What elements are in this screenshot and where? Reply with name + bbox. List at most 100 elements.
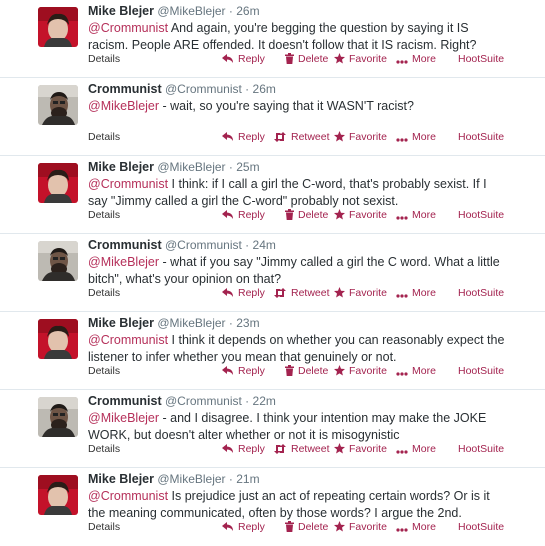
mention-link[interactable]: @Crommunist	[88, 21, 168, 35]
mention-link[interactable]: @Crommunist	[88, 489, 168, 503]
tweet-header: Crommunist @Crommunist · 26m	[88, 81, 276, 97]
favorite-button[interactable]: Favorite	[334, 53, 387, 65]
mention-link[interactable]: @MikeBlejer	[88, 411, 159, 425]
author-handle[interactable]: @MikeBlejer	[157, 160, 225, 174]
author-name[interactable]: Mike Blejer	[88, 160, 154, 174]
avatar-mike[interactable]	[38, 163, 78, 203]
details-link[interactable]: Details	[88, 131, 120, 143]
retweet-button[interactable]: Retweet	[273, 287, 330, 299]
delete-button[interactable]: Delete	[285, 365, 328, 377]
details-link[interactable]: Details	[88, 287, 120, 299]
author-name[interactable]: Crommunist	[88, 238, 162, 252]
more-button[interactable]: More	[396, 365, 436, 377]
favorite-icon	[334, 287, 349, 299]
retweet-icon	[273, 287, 291, 299]
author-name[interactable]: Mike Blejer	[88, 316, 154, 330]
avatar-crommunist[interactable]	[38, 397, 78, 437]
retweet-button[interactable]: Retweet	[273, 443, 330, 455]
favorite-button-label: Favorite	[349, 365, 387, 377]
avatar-crommunist[interactable]	[38, 241, 78, 281]
author-handle[interactable]: @Crommunist	[165, 238, 242, 252]
more-button[interactable]: More	[396, 287, 436, 299]
delete-icon	[285, 365, 298, 377]
author-handle[interactable]: @MikeBlejer	[157, 472, 225, 486]
mention-link[interactable]: @MikeBlejer	[88, 99, 159, 113]
avatar-crommunist[interactable]	[38, 85, 78, 125]
retweet-button[interactable]: Retweet	[273, 131, 330, 143]
more-button[interactable]: More	[396, 443, 436, 455]
author-name[interactable]: Mike Blejer	[88, 4, 154, 18]
favorite-button[interactable]: Favorite	[334, 131, 387, 143]
delete-button[interactable]: Delete	[285, 521, 328, 533]
hootsuite-button[interactable]: HootSuite	[458, 209, 504, 221]
separator-dot: ·	[228, 4, 233, 18]
reply-button[interactable]: Reply	[222, 443, 265, 455]
tweet-time[interactable]: 25m	[236, 160, 259, 174]
delete-button[interactable]: Delete	[285, 209, 328, 221]
reply-button-label: Reply	[238, 443, 265, 455]
tweet-header: Mike Blejer @MikeBlejer · 26m	[88, 3, 260, 19]
favorite-button-label: Favorite	[349, 443, 387, 455]
details-link[interactable]: Details	[88, 365, 120, 377]
separator-dot: ·	[245, 238, 250, 252]
author-name[interactable]: Mike Blejer	[88, 472, 154, 486]
reply-button[interactable]: Reply	[222, 521, 265, 533]
more-icon	[396, 521, 412, 533]
more-button[interactable]: More	[396, 131, 436, 143]
hootsuite-button-label: HootSuite	[458, 365, 505, 377]
mention-link[interactable]: @Crommunist	[88, 333, 168, 347]
reply-button[interactable]: Reply	[222, 365, 265, 377]
tweet-time[interactable]: 24m	[253, 238, 276, 252]
hootsuite-button[interactable]: HootSuite	[458, 287, 504, 299]
retweet-icon	[273, 131, 291, 143]
author-handle[interactable]: @Crommunist	[165, 394, 242, 408]
hootsuite-button[interactable]: HootSuite	[458, 443, 504, 455]
more-button[interactable]: More	[396, 209, 436, 221]
details-link[interactable]: Details	[88, 521, 120, 533]
hootsuite-button-label: HootSuite	[458, 131, 505, 143]
tweet-time[interactable]: 21m	[236, 472, 259, 486]
favorite-button[interactable]: Favorite	[334, 521, 387, 533]
author-handle[interactable]: @MikeBlejer	[157, 316, 225, 330]
tweet-time[interactable]: 22m	[253, 394, 276, 408]
favorite-button[interactable]: Favorite	[334, 365, 387, 377]
reply-button[interactable]: Reply	[222, 209, 265, 221]
avatar-mike[interactable]	[38, 319, 78, 359]
tweet-time[interactable]: 26m	[253, 82, 276, 96]
author-handle[interactable]: @MikeBlejer	[157, 4, 225, 18]
reply-button[interactable]: Reply	[222, 131, 265, 143]
details-link[interactable]: Details	[88, 53, 120, 65]
avatar-image	[38, 7, 78, 47]
author-name[interactable]: Crommunist	[88, 82, 162, 96]
hootsuite-button[interactable]: HootSuite	[458, 53, 504, 65]
reply-button-label: Reply	[238, 365, 265, 377]
more-button-label: More	[412, 209, 436, 221]
favorite-button[interactable]: Favorite	[334, 287, 387, 299]
delete-button[interactable]: Delete	[285, 53, 328, 65]
author-handle[interactable]: @Crommunist	[165, 82, 242, 96]
details-link[interactable]: Details	[88, 209, 120, 221]
tweet-time[interactable]: 23m	[236, 316, 259, 330]
avatar-mike[interactable]	[38, 475, 78, 515]
author-name[interactable]: Crommunist	[88, 394, 162, 408]
details-link[interactable]: Details	[88, 443, 120, 455]
hootsuite-button-label: HootSuite	[458, 53, 505, 65]
hootsuite-button[interactable]: HootSuite	[458, 131, 504, 143]
more-button[interactable]: More	[396, 53, 436, 65]
more-button[interactable]: More	[396, 521, 436, 533]
retweet-button-label: Retweet	[291, 131, 330, 143]
avatar-mike[interactable]	[38, 7, 78, 47]
hootsuite-button[interactable]: HootSuite	[458, 521, 504, 533]
reply-button[interactable]: Reply	[222, 287, 265, 299]
favorite-button[interactable]: Favorite	[334, 443, 387, 455]
reply-button[interactable]: Reply	[222, 53, 265, 65]
tweet-text: @MikeBlejer - and I disagree. I think yo…	[88, 410, 508, 444]
mention-link[interactable]: @MikeBlejer	[88, 255, 159, 269]
hootsuite-button[interactable]: HootSuite	[458, 365, 504, 377]
hootsuite-button-label: HootSuite	[458, 521, 505, 533]
tweet-time[interactable]: 26m	[236, 4, 259, 18]
tweet-text: @MikeBlejer - wait, so you're saying tha…	[88, 98, 508, 115]
mention-link[interactable]: @Crommunist	[88, 177, 168, 191]
favorite-button[interactable]: Favorite	[334, 209, 387, 221]
delete-button-label: Delete	[298, 209, 329, 221]
